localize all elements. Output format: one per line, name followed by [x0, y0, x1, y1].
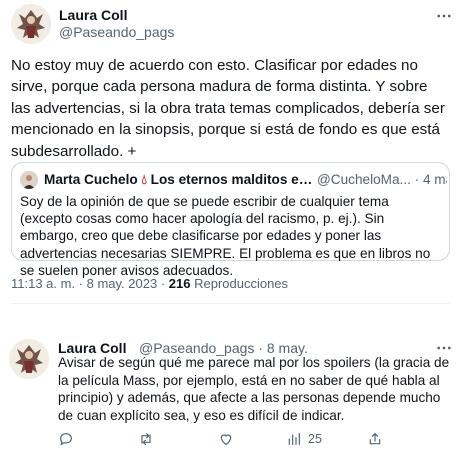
divider [11, 303, 450, 304]
quoted-tweet[interactable]: Marta Cuchelo 💧︎ Los eternos malditos en… [11, 162, 450, 278]
reply-icon [60, 433, 72, 446]
tweet-timestamp[interactable]: 11:13 a. m. · 8 may. 2023 · [11, 276, 169, 291]
views-button[interactable]: 25 [286, 430, 322, 448]
quoted-text: Soy de la opinión de que se puede escrib… [20, 194, 431, 278]
quoted-handle-date: @CucheloMa... · 4 mar. [317, 172, 447, 187]
reply-text: Avisar de según qué me parece mal por lo… [58, 355, 450, 423]
views-label: Reproducciones [190, 276, 289, 291]
author-handle[interactable]: @Paseando_pags [59, 24, 174, 40]
quoted-avatar [20, 171, 38, 189]
tweet-text: No estoy muy de acuerdo con esto. Clasif… [11, 57, 445, 160]
reply-button[interactable] [58, 430, 74, 448]
tweet-meta: 11:13 a. m. · 8 may. 2023 · 216 Reproduc… [11, 276, 288, 291]
retweet-button[interactable] [138, 430, 154, 448]
views-count: 25 [308, 432, 322, 446]
drop-of-blood-icon: 💧︎ [141, 172, 147, 187]
more-horizontal-icon [437, 14, 451, 18]
views-chart-icon [288, 433, 300, 445]
views-count: 216 [168, 276, 191, 291]
share-button[interactable] [367, 430, 383, 448]
like-button[interactable] [218, 430, 234, 448]
more-options-button[interactable] [434, 6, 454, 26]
quoted-author-suffix: Los eternos malditos en físic... [150, 172, 314, 187]
quoted-author-first: Marta Cuchelo [44, 172, 138, 187]
share-icon [369, 433, 381, 445]
heart-icon [220, 434, 232, 446]
reply-actions: 25 [58, 430, 453, 448]
author-name[interactable]: Laura Coll [59, 7, 127, 23]
avatar[interactable] [11, 4, 51, 44]
quoted-author-name: Marta Cuchelo 💧︎ Los eternos malditos en… [44, 172, 314, 188]
retweet-icon [141, 433, 151, 445]
reply-avatar[interactable] [9, 339, 49, 379]
